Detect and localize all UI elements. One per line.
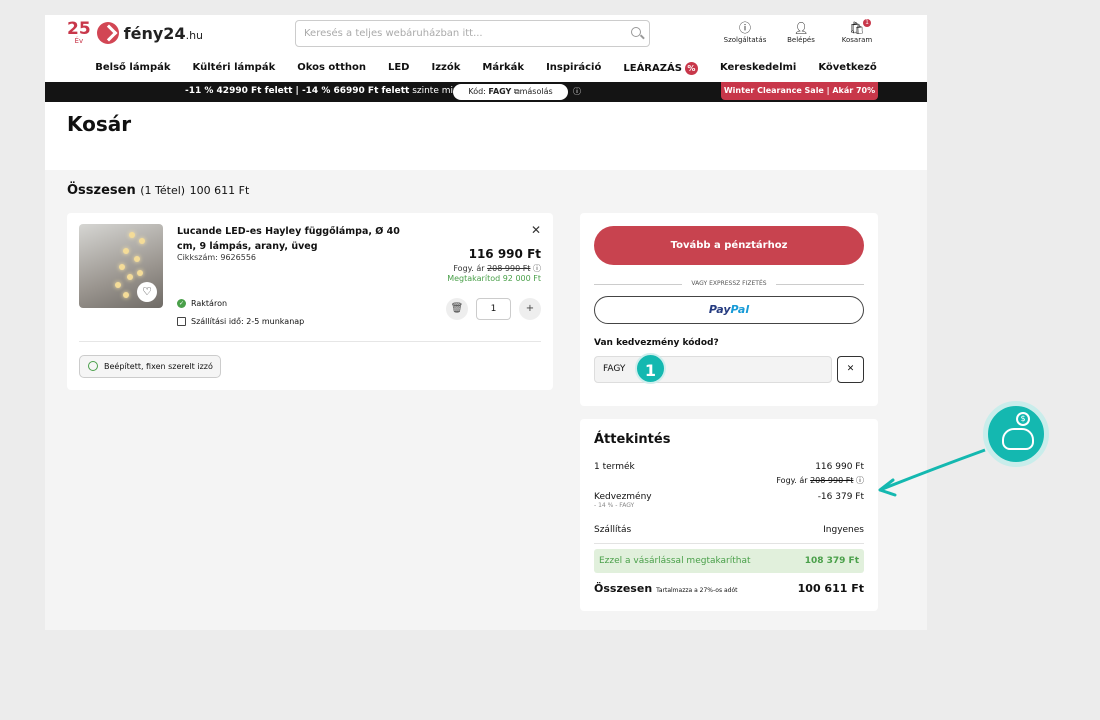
annotation-arrow bbox=[878, 448, 986, 497]
